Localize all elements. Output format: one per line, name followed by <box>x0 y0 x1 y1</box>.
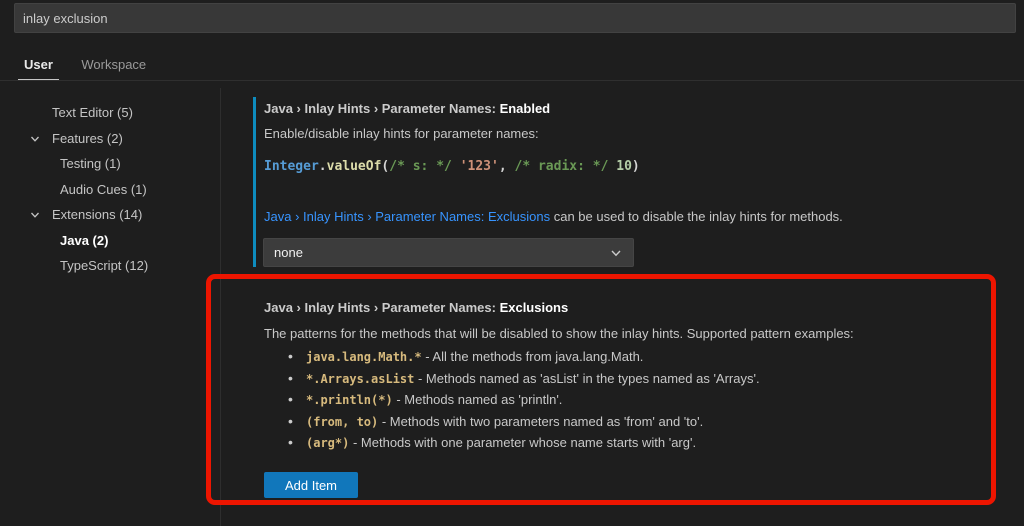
code-token: valueOf <box>327 159 382 174</box>
toc-item[interactable]: Java (2) <box>0 228 219 254</box>
code-token: . <box>319 159 327 174</box>
code-token: ) <box>632 159 640 174</box>
chevron-down-icon <box>30 203 40 229</box>
toc-item[interactable]: Audio Cues (1) <box>0 177 219 203</box>
toc-item-label: Java (2) <box>60 233 108 248</box>
enabled-dropdown[interactable]: none <box>263 238 634 267</box>
code-token: Integer <box>264 159 319 174</box>
toc-item-label: Features (2) <box>52 131 123 146</box>
toc-item-label: Testing (1) <box>60 156 121 171</box>
add-item-button[interactable]: Add Item <box>264 472 358 498</box>
code-token: /* s: */ <box>389 159 452 174</box>
setting-link-suffix: can be used to disable the inlay hints f… <box>550 209 843 224</box>
scope-tabs: User Workspace <box>18 55 164 81</box>
setting-title-enabled: Java › Inlay Hints › Parameter Names: En… <box>264 101 550 116</box>
pattern-example-desc: - Methods named as 'asList' in the types… <box>414 371 759 386</box>
modified-setting-indicator <box>253 97 256 267</box>
exclusions-setting-link[interactable]: Java › Inlay Hints › Parameter Names: Ex… <box>264 209 550 224</box>
setting-title-prefix: Java › Inlay Hints › Parameter Names: <box>264 300 500 315</box>
toc-item-label: TypeScript (12) <box>60 258 148 273</box>
toc-item-label: Text Editor (5) <box>52 105 133 120</box>
setting-title-label: Enabled <box>500 101 551 116</box>
setting-title-label: Exclusions <box>500 300 569 315</box>
code-token <box>452 159 460 174</box>
enabled-dropdown-value: none <box>274 245 303 260</box>
code-sample: Integer.valueOf(/* s: */ '123', /* radix… <box>264 159 640 174</box>
pattern-example-desc: - All the methods from java.lang.Math. <box>422 349 644 364</box>
setting-description-exclusions: The patterns for the methods that will b… <box>264 326 854 341</box>
toc-sash-divider <box>220 88 221 526</box>
code-token: '123' <box>460 159 499 174</box>
pattern-example-desc: - Methods with one parameter whose name … <box>349 435 696 450</box>
code-token: 10 <box>616 159 632 174</box>
code-token: , <box>499 159 515 174</box>
setting-description-enabled: Enable/disable inlay hints for parameter… <box>264 126 539 141</box>
settings-search-input[interactable] <box>14 3 1016 33</box>
toc-item[interactable]: TypeScript (12) <box>0 253 219 279</box>
pattern-example: *.println(*) - Methods named as 'println… <box>288 389 760 411</box>
pattern-example: java.lang.Math.* - All the methods from … <box>288 346 760 368</box>
setting-title-exclusions: Java › Inlay Hints › Parameter Names: Ex… <box>264 300 568 315</box>
pattern-example-code: *.println(*) <box>306 393 393 407</box>
tabs-divider <box>0 80 1024 81</box>
pattern-example-desc: - Methods named as 'println'. <box>393 392 563 407</box>
chevron-down-icon <box>30 127 40 153</box>
setting-title-prefix: Java › Inlay Hints › Parameter Names: <box>264 101 500 116</box>
toc-item[interactable]: Extensions (14) <box>0 202 219 228</box>
code-token: /* radix: */ <box>515 159 609 174</box>
pattern-example-code: java.lang.Math.* <box>306 350 422 364</box>
pattern-example-code: (from, to) <box>306 415 378 429</box>
pattern-example-desc: - Methods with two parameters named as '… <box>378 414 703 429</box>
pattern-examples-list: java.lang.Math.* - All the methods from … <box>288 346 760 454</box>
settings-editor: User Workspace Text Editor (5) Features … <box>0 0 1024 526</box>
tab-user[interactable]: User <box>18 55 59 81</box>
toc-item[interactable]: Testing (1) <box>0 151 219 177</box>
pattern-example: (from, to) - Methods with two parameters… <box>288 411 760 433</box>
toc-item-label: Extensions (14) <box>52 207 142 222</box>
toc-item-label: Audio Cues (1) <box>60 182 147 197</box>
tab-workspace[interactable]: Workspace <box>75 55 152 79</box>
setting-link-line: Java › Inlay Hints › Parameter Names: Ex… <box>264 209 843 224</box>
toc-item[interactable]: Features (2) <box>0 126 219 152</box>
pattern-example-code: *.Arrays.asList <box>306 372 414 386</box>
toc-item[interactable]: Text Editor (5) <box>0 100 219 126</box>
chevron-down-icon <box>609 246 623 260</box>
pattern-example: *.Arrays.asList - Methods named as 'asLi… <box>288 368 760 390</box>
pattern-example: (arg*) - Methods with one parameter whos… <box>288 432 760 454</box>
pattern-example-code: (arg*) <box>306 436 349 450</box>
settings-toc-tree: Text Editor (5) Features (2) Testing (1)… <box>0 100 219 279</box>
